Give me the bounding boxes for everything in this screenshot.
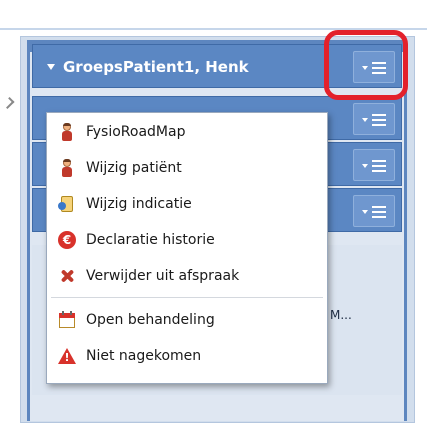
caret-down-icon [362,164,368,168]
menu-item-label: FysioRoadMap [86,124,186,140]
menu-item-wijzig-indicatie[interactable]: Wijzig indicatie [47,187,327,221]
euro-icon: € [58,231,76,249]
row-menu-button[interactable] [353,103,395,135]
menu-item-declaratie-historie[interactable]: € Declaratie historie [47,223,327,257]
collapse-arrow-icon[interactable] [2,96,15,110]
person-icon [58,123,76,141]
row-menu-button[interactable] [353,51,395,83]
patient-row-header[interactable]: GroepsPatient1, Henk [32,44,402,88]
menu-item-label: Verwijder uit afspraak [86,268,240,284]
person-icon [58,159,76,177]
menu-item-fysioroadmap[interactable]: FysioRoadMap [47,115,327,149]
context-menu: FysioRoadMap Wijzig patiënt Wijzig indic… [46,112,328,384]
caret-down-icon [47,63,55,70]
menu-item-verwijder-uit-afspraak[interactable]: Verwijder uit afspraak [47,259,327,293]
remove-icon [58,267,76,285]
hamburger-icon [372,160,386,172]
hamburger-icon [372,206,386,218]
menu-item-label: Wijzig patiënt [86,160,182,176]
hamburger-icon [372,114,386,126]
warning-icon: ! [58,347,76,365]
row-menu-button[interactable] [353,195,395,227]
menu-item-label: Niet nagekomen [86,348,202,364]
menu-item-niet-nagekomen[interactable]: ! Niet nagekomen [47,339,327,373]
menu-item-label: Open behandeling [86,312,215,328]
patient-row-title: GroepsPatient1, Henk [47,58,249,76]
caret-down-icon [362,66,368,70]
caret-down-icon [362,118,368,122]
patient-name: GroepsPatient1, Henk [63,58,249,76]
appointment-snippet: M... [330,308,352,322]
caret-down-icon [362,210,368,214]
menu-item-label: Declaratie historie [86,232,215,248]
top-divider [0,10,427,30]
top-bar [0,0,427,10]
menu-item-label: Wijzig indicatie [86,196,192,212]
menu-item-open-behandeling[interactable]: Open behandeling [47,303,327,337]
calendar-icon [58,311,76,329]
document-icon [58,195,76,213]
menu-item-wijzig-patient[interactable]: Wijzig patiënt [47,151,327,185]
menu-separator [51,297,323,298]
hamburger-icon [372,62,386,74]
row-menu-button[interactable] [353,149,395,181]
